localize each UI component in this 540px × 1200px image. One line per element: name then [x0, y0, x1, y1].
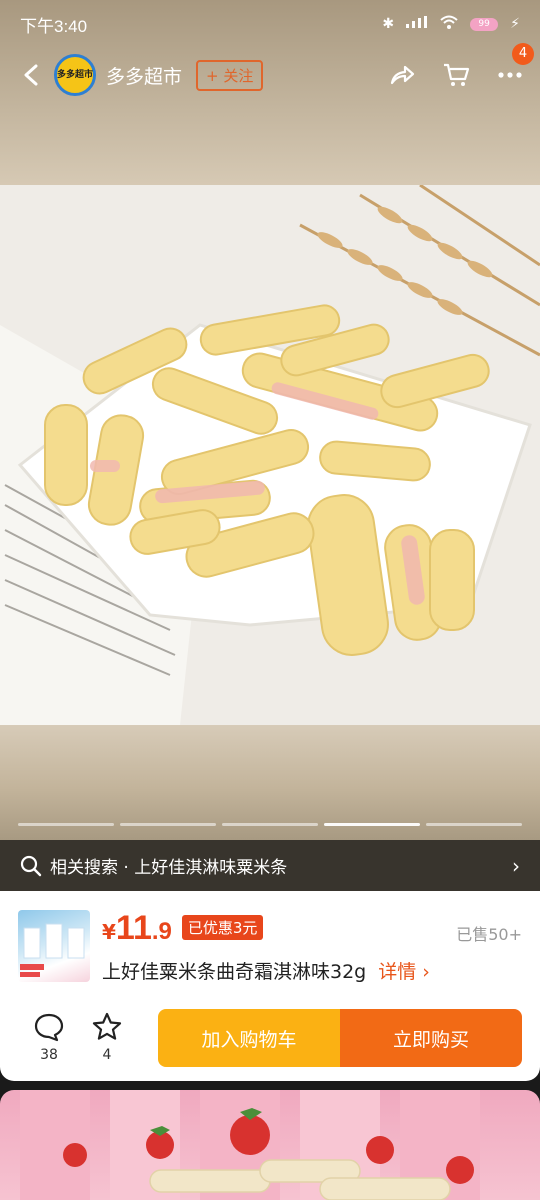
- signal-icon: [406, 16, 428, 32]
- carousel-dot: [18, 823, 114, 826]
- share-icon[interactable]: [388, 61, 416, 89]
- battery-icon: 99: [470, 17, 499, 31]
- cart-icon[interactable]: [442, 61, 470, 89]
- shop-logo[interactable]: 多多超市: [54, 54, 96, 96]
- chevron-right-icon: ›: [512, 853, 520, 878]
- currency-symbol: ¥: [102, 920, 116, 944]
- comment-icon: [33, 1011, 65, 1043]
- comments-count: 38: [40, 1047, 58, 1063]
- related-search-bar[interactable]: 相关搜索 · 上好佳淇淋味粟米条 ›: [0, 840, 540, 891]
- search-icon: [20, 855, 42, 877]
- next-product-illustration: [20, 1090, 480, 1200]
- product-photo: [0, 185, 540, 725]
- charging-icon: ⚡: [510, 16, 520, 32]
- carousel-indicators: [18, 823, 522, 826]
- price-decimal: .9: [151, 918, 172, 945]
- favorite-button[interactable]: 4: [82, 1011, 132, 1063]
- carousel-dot-active: [324, 823, 420, 826]
- bluetooth-icon: ✱: [382, 16, 395, 32]
- top-nav-bar: 多多超市 多多超市 + 关注 4: [0, 43, 540, 100]
- follow-button[interactable]: + 关注: [196, 59, 264, 91]
- shop-name[interactable]: 多多超市: [106, 62, 182, 89]
- product-card: ¥ 11 .9 已优惠3元 已售50+ 上好佳粟米条曲奇霜淇淋味32g 详情 ›…: [0, 891, 540, 1081]
- price: ¥ 11 .9 已优惠3元: [102, 909, 264, 948]
- nav-actions: 4: [388, 43, 534, 89]
- favorites-count: 4: [102, 1047, 112, 1063]
- status-time: 下午3:40: [20, 16, 88, 36]
- status-bar: 下午3:40 ✱ 99 ⚡: [0, 0, 540, 48]
- price-integer: 11: [115, 909, 152, 947]
- product-title: 上好佳粟米条曲奇霜淇淋味32g: [102, 961, 367, 983]
- product-thumbnail[interactable]: [18, 910, 90, 982]
- carousel-dot: [426, 823, 522, 826]
- product-image-carousel[interactable]: [0, 0, 540, 840]
- product-title-row: 上好佳粟米条曲奇霜淇淋味32g 详情 ›: [102, 957, 430, 984]
- carousel-dot: [222, 823, 318, 826]
- add-to-cart-button[interactable]: 加入购物车: [158, 1009, 340, 1067]
- sold-count: 已售50+: [456, 925, 522, 944]
- star-icon: [91, 1011, 123, 1043]
- notification-badge: 4: [512, 43, 534, 65]
- next-product-preview[interactable]: [0, 1090, 540, 1200]
- back-arrow-icon[interactable]: [16, 60, 46, 90]
- wifi-icon: [440, 15, 458, 33]
- carousel-dot: [120, 823, 216, 826]
- more-icon[interactable]: 4: [496, 43, 534, 89]
- buy-now-button[interactable]: 立即购买: [340, 1009, 522, 1067]
- related-search-label: 相关搜索 · 上好佳淇淋味粟米条: [50, 858, 288, 878]
- details-link[interactable]: 详情 ›: [378, 957, 430, 984]
- snack-photo-illustration: [0, 185, 540, 725]
- comments-button[interactable]: 38: [24, 1011, 74, 1063]
- action-bar: 38 4 加入购物车 立即购买: [0, 1007, 540, 1077]
- status-icons: ✱ 99 ⚡: [382, 15, 520, 33]
- discount-badge: 已优惠3元: [181, 915, 264, 940]
